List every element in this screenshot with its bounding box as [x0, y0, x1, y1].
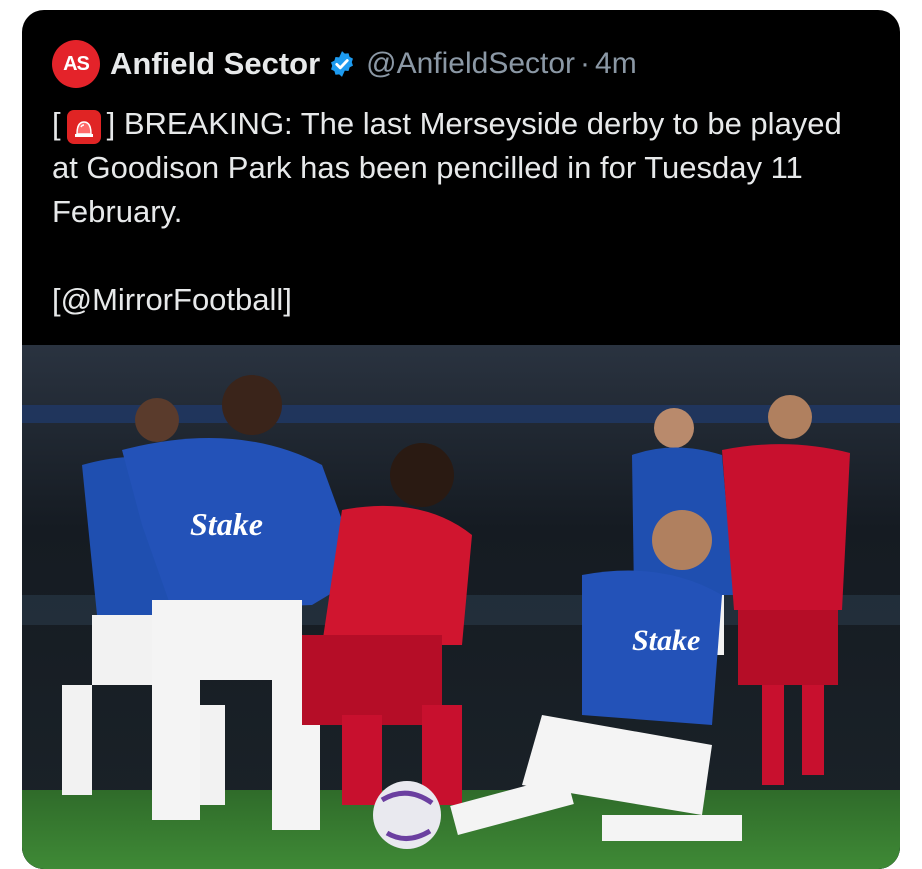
police-siren-icon — [66, 110, 101, 144]
separator-dot: · — [580, 47, 591, 80]
author-name[interactable]: Anfield Sector — [110, 46, 320, 82]
sponsor-text: Stake — [190, 506, 263, 542]
tweet-timestamp[interactable]: 4m — [595, 47, 637, 81]
verified-badge-icon — [331, 51, 354, 77]
author-handle[interactable]: @AnfieldSector — [366, 47, 575, 81]
tweet-credit-text[interactable]: [@MirrorFootball] — [52, 278, 872, 322]
football-match-photo: Stake Stake — [22, 345, 900, 869]
tweet-media-photo[interactable]: Stake Stake — [22, 345, 900, 869]
tweet-text: [] BREAKING: The last Merseyside derby t… — [52, 102, 872, 322]
tweet-body-text: ] BREAKING: The last Merseyside derby to… — [52, 106, 842, 229]
tweet-card[interactable]: AS Anfield Sector @AnfieldSector · 4m []… — [22, 10, 900, 869]
open-bracket: [ — [52, 106, 61, 141]
tweet-header: AS Anfield Sector @AnfieldSector · 4m — [52, 40, 637, 88]
sponsor-text-2: Stake — [632, 624, 700, 657]
football — [373, 781, 441, 849]
avatar[interactable]: AS — [52, 40, 100, 88]
